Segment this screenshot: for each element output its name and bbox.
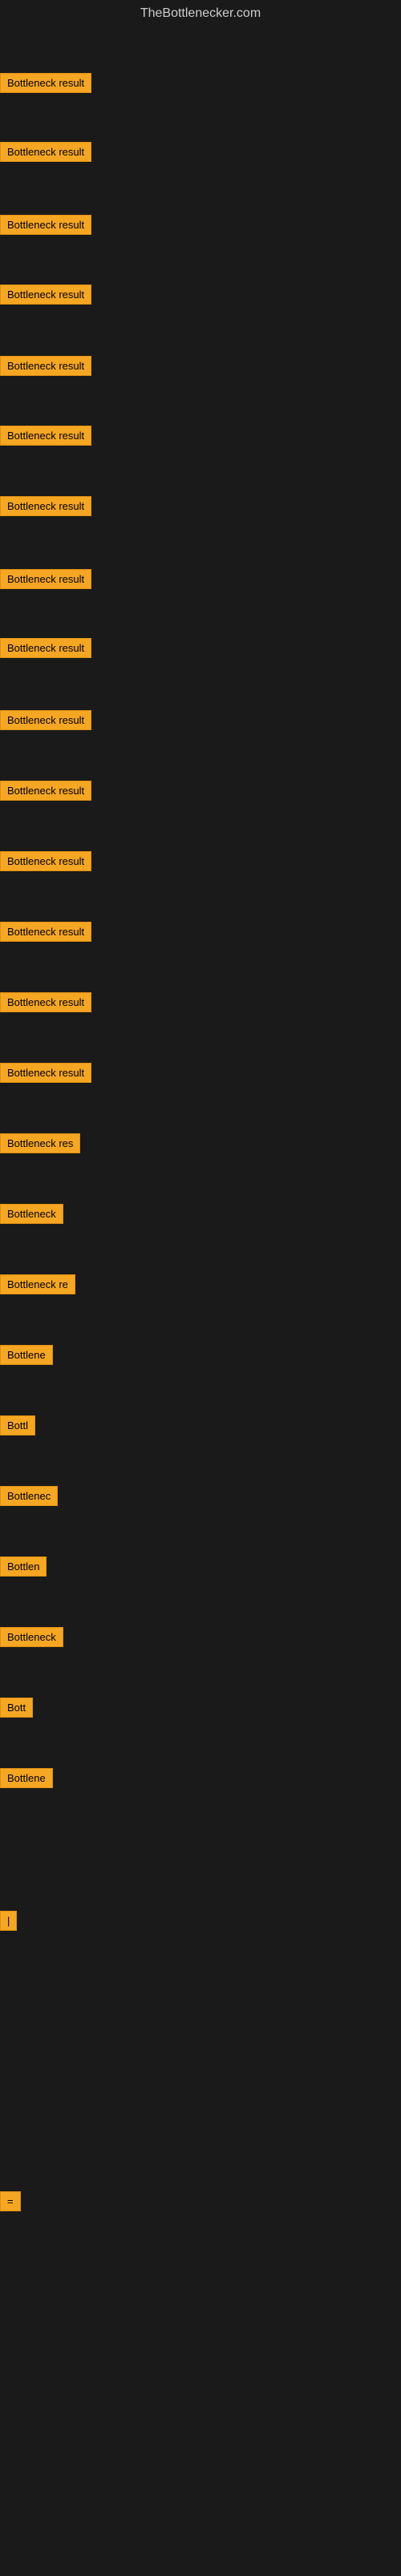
bottleneck-badge-25: Bottlene [0, 1768, 53, 1788]
bottleneck-badge-2: Bottleneck result [0, 142, 91, 162]
bottleneck-item-22: Bottlen [0, 1557, 47, 1577]
bottleneck-badge-15: Bottleneck result [0, 1063, 91, 1083]
bottleneck-badge-22: Bottlen [0, 1557, 47, 1577]
bottleneck-badge-6: Bottleneck result [0, 426, 91, 446]
bottleneck-badge-10: Bottleneck result [0, 710, 91, 730]
bottleneck-item-27: = [0, 2191, 21, 2211]
bottleneck-badge-3: Bottleneck result [0, 215, 91, 235]
bottleneck-badge-13: Bottleneck result [0, 922, 91, 942]
bottleneck-badge-14: Bottleneck result [0, 992, 91, 1012]
bottleneck-badge-1: Bottleneck result [0, 73, 91, 93]
bottleneck-item-23: Bottleneck [0, 1627, 63, 1647]
bottleneck-item-11: Bottleneck result [0, 781, 91, 801]
bottleneck-item-16: Bottleneck res [0, 1133, 80, 1153]
bottleneck-item-20: Bottl [0, 1415, 35, 1435]
bottleneck-item-5: Bottleneck result [0, 356, 91, 376]
bottleneck-item-13: Bottleneck result [0, 922, 91, 942]
bottleneck-badge-17: Bottleneck [0, 1204, 63, 1224]
bottleneck-badge-21: Bottlenec [0, 1486, 58, 1506]
bottleneck-item-14: Bottleneck result [0, 992, 91, 1012]
bottleneck-badge-19: Bottlene [0, 1345, 53, 1365]
bottleneck-item-1: Bottleneck result [0, 73, 91, 93]
bottleneck-item-21: Bottlenec [0, 1486, 58, 1506]
bottleneck-badge-9: Bottleneck result [0, 638, 91, 658]
bottleneck-item-12: Bottleneck result [0, 851, 91, 871]
bottleneck-item-15: Bottleneck result [0, 1063, 91, 1083]
bottleneck-badge-18: Bottleneck re [0, 1274, 75, 1294]
bottleneck-item-7: Bottleneck result [0, 496, 91, 516]
bottleneck-badge-24: Bott [0, 1698, 33, 1718]
bottleneck-badge-12: Bottleneck result [0, 851, 91, 871]
bottleneck-item-19: Bottlene [0, 1345, 53, 1365]
bottleneck-item-10: Bottleneck result [0, 710, 91, 730]
bottleneck-item-18: Bottleneck re [0, 1274, 75, 1294]
bottleneck-item-25: Bottlene [0, 1768, 53, 1788]
bottleneck-item-8: Bottleneck result [0, 569, 91, 589]
bottleneck-item-26: | [0, 1911, 17, 1931]
bottleneck-item-4: Bottleneck result [0, 285, 91, 305]
bottleneck-badge-8: Bottleneck result [0, 569, 91, 589]
bottleneck-badge-26: | [0, 1911, 17, 1931]
bottleneck-badge-23: Bottleneck [0, 1627, 63, 1647]
bottleneck-item-2: Bottleneck result [0, 142, 91, 162]
bottleneck-item-24: Bott [0, 1698, 33, 1718]
bottleneck-badge-11: Bottleneck result [0, 781, 91, 801]
bottleneck-item-17: Bottleneck [0, 1204, 63, 1224]
bottleneck-badge-20: Bottl [0, 1415, 35, 1435]
bottleneck-item-6: Bottleneck result [0, 426, 91, 446]
page-wrapper: TheBottlenecker.com Bottleneck resultBot… [0, 0, 401, 2576]
bottleneck-item-3: Bottleneck result [0, 215, 91, 235]
bottleneck-badge-4: Bottleneck result [0, 285, 91, 305]
bottleneck-badge-27: = [0, 2191, 21, 2211]
bottleneck-item-9: Bottleneck result [0, 638, 91, 658]
bottleneck-badge-7: Bottleneck result [0, 496, 91, 516]
bottleneck-badge-16: Bottleneck res [0, 1133, 80, 1153]
site-title: TheBottlenecker.com [0, 0, 401, 27]
bottleneck-list: Bottleneck result Bottleneck result Bottle… [0, 27, 401, 2576]
bottleneck-badge-5: Bottleneck result [0, 356, 91, 376]
